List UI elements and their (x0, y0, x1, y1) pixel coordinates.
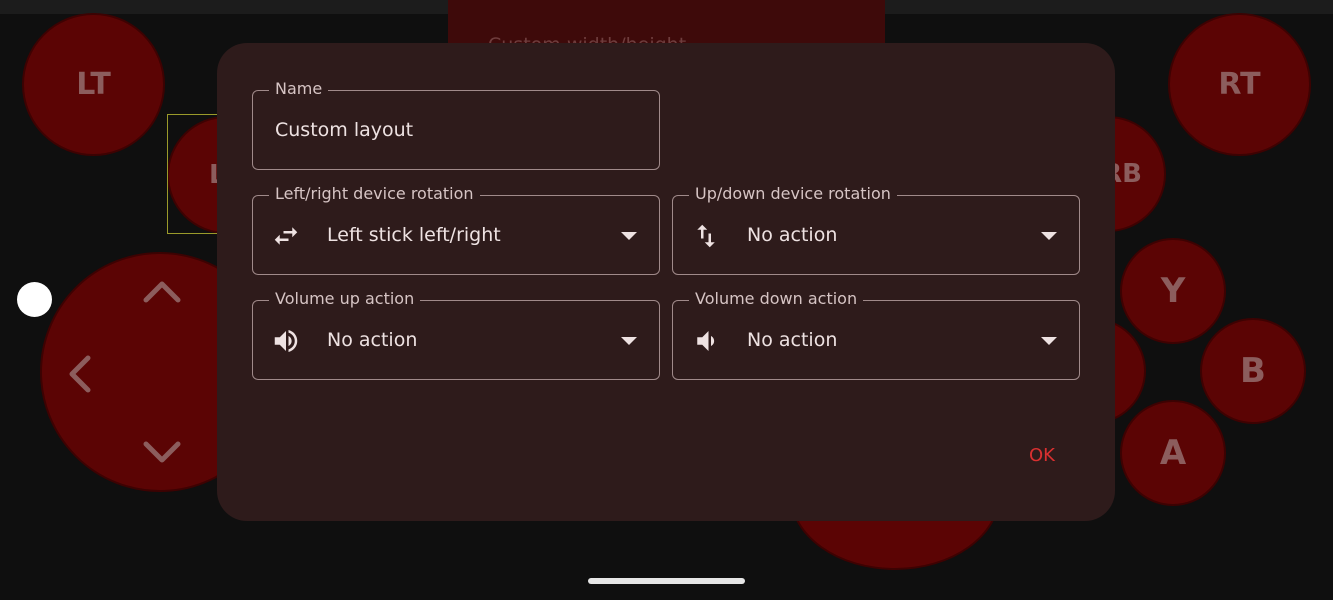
dpad-up-icon[interactable] (142, 278, 182, 304)
touch-indicator (17, 282, 52, 317)
y-button[interactable]: Y (1120, 238, 1226, 344)
volume-down-icon (697, 331, 715, 351)
name-field[interactable]: Name Custom layout (252, 79, 660, 170)
volume-up-value: No action (327, 329, 418, 351)
dpad-down-icon[interactable] (142, 440, 182, 466)
left-right-rotation-value: Left stick left/right (327, 224, 501, 246)
dpad-left-icon[interactable] (66, 354, 92, 394)
layout-settings-dialog: Name Custom layout Left/right device rot… (217, 43, 1115, 521)
chevron-down-icon (621, 232, 637, 240)
volume-up-icon (274, 330, 298, 352)
volume-up-action-select[interactable]: Volume up action No action (252, 289, 660, 380)
lt-button[interactable]: LT (22, 13, 165, 156)
left-right-rotation-select[interactable]: Left/right device rotation Left stick le… (252, 184, 660, 275)
up-down-rotation-label: Up/down device rotation (689, 184, 897, 203)
name-label: Name (269, 79, 329, 98)
navigation-handle[interactable] (588, 578, 745, 584)
swap-vert-icon (697, 224, 715, 248)
chevron-down-icon (1041, 337, 1057, 345)
volume-down-label: Volume down action (689, 289, 864, 308)
a-button[interactable]: A (1120, 400, 1226, 506)
chevron-down-icon (621, 337, 637, 345)
ok-button[interactable]: OK (1012, 438, 1072, 472)
volume-up-label: Volume up action (269, 289, 421, 308)
volume-down-action-select[interactable]: Volume down action No action (672, 289, 1080, 380)
name-input[interactable]: Custom layout (275, 119, 413, 141)
rt-button[interactable]: RT (1168, 13, 1311, 156)
up-down-rotation-select[interactable]: Up/down device rotation No action (672, 184, 1080, 275)
up-down-rotation-value: No action (747, 224, 838, 246)
b-button[interactable]: B (1200, 318, 1306, 424)
volume-down-value: No action (747, 329, 838, 351)
left-right-rotation-label: Left/right device rotation (269, 184, 480, 203)
swap-horiz-icon (274, 227, 298, 245)
chevron-down-icon (1041, 232, 1057, 240)
